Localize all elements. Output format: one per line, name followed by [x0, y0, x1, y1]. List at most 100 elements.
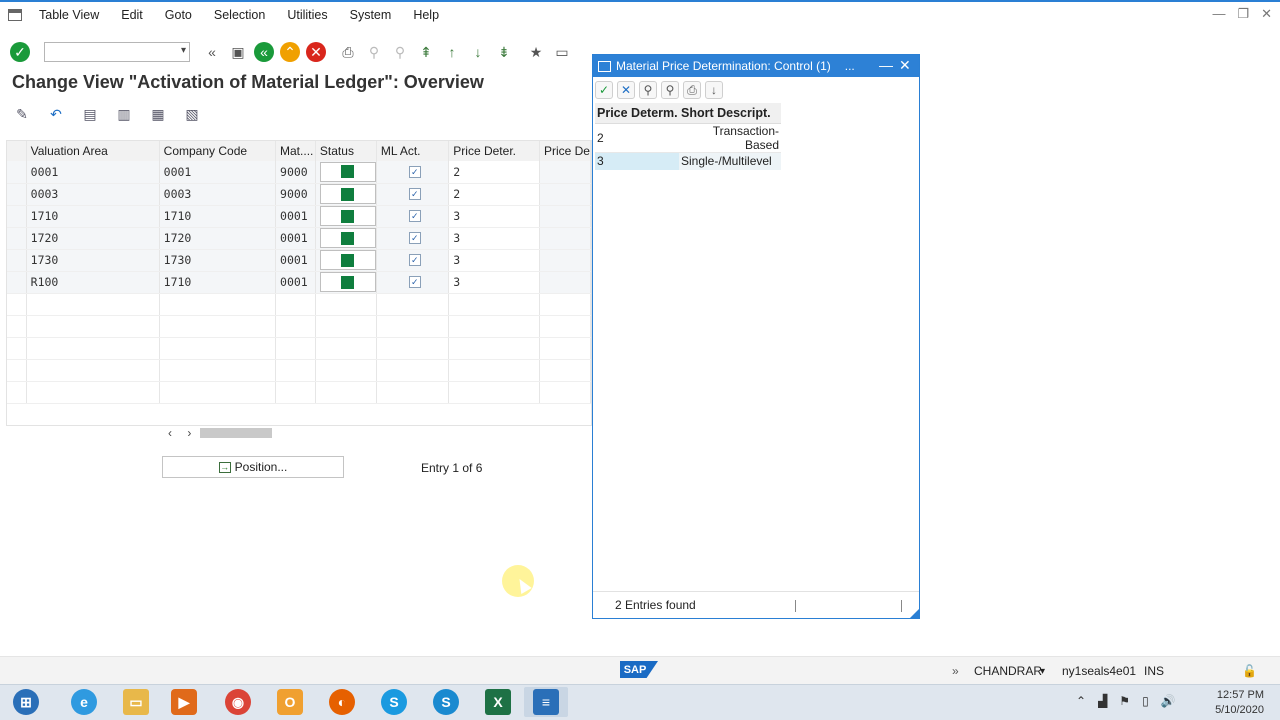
- scroll-thumb[interactable]: [200, 428, 272, 438]
- price-deter-cell[interactable]: 3: [448, 271, 540, 294]
- back-icon[interactable]: «: [254, 42, 274, 62]
- row-selector[interactable]: [7, 227, 27, 250]
- ml-act-checkbox[interactable]: ✓: [408, 276, 421, 288]
- taskbar-explorer[interactable]: ▭: [114, 687, 158, 717]
- ml-act-checkbox[interactable]: ✓: [408, 232, 421, 244]
- restore-icon[interactable]: ❐: [1237, 6, 1249, 22]
- find-icon[interactable]: ⚲: [639, 81, 657, 99]
- window-menu-icon[interactable]: [8, 9, 22, 21]
- row-selector[interactable]: [7, 205, 27, 228]
- horizontal-scrollbar[interactable]: ‹ ›: [168, 426, 278, 440]
- first-page-icon[interactable]: ⇞: [416, 42, 436, 62]
- price-deter-cell[interactable]: 3: [448, 227, 540, 250]
- menu-help[interactable]: Help: [413, 8, 439, 22]
- position-button[interactable]: → Position...: [162, 456, 344, 478]
- create-shortcut-icon[interactable]: ▭: [552, 42, 572, 62]
- deselect-all-icon[interactable]: ▦: [148, 104, 168, 124]
- row-selector-header[interactable]: [7, 141, 27, 161]
- price-deter-cell[interactable]: 2: [448, 161, 540, 184]
- select-all-icon[interactable]: ▤: [80, 104, 100, 124]
- dialog-titlebar[interactable]: Material Price Determination: Control (1…: [593, 55, 919, 77]
- battery-icon[interactable]: ▯: [1142, 694, 1149, 708]
- start-button[interactable]: ⊞: [4, 687, 48, 717]
- value-help-row[interactable]: 3 Single-/Multilevel: [595, 152, 781, 170]
- col-price-determ[interactable]: Price Determ.: [595, 103, 679, 124]
- find-icon[interactable]: ⚲: [364, 42, 384, 62]
- price-deter-cell[interactable]: 3: [448, 249, 540, 272]
- volume-icon[interactable]: 🔊: [1161, 694, 1176, 708]
- lock-icon[interactable]: 🔓: [1242, 664, 1257, 678]
- print-icon[interactable]: ⎙: [683, 81, 701, 99]
- chevron-down-icon[interactable]: ▾: [181, 45, 186, 56]
- menu-table-view[interactable]: Table View: [39, 8, 99, 22]
- taskbar-sap-gui[interactable]: ≡: [524, 687, 568, 717]
- action-center-icon[interactable]: ⚑: [1119, 694, 1130, 708]
- taskbar-skype[interactable]: S: [372, 687, 416, 717]
- ml-act-checkbox[interactable]: ✓: [408, 165, 421, 178]
- row-selector[interactable]: [7, 271, 27, 294]
- taskbar-firefox[interactable]: ◐: [320, 687, 364, 717]
- col-short-descript[interactable]: Short Descript.: [679, 103, 781, 124]
- value-help-row[interactable]: 2 Transaction-Based: [595, 123, 781, 153]
- menu-edit[interactable]: Edit: [121, 8, 143, 22]
- ml-act-checkbox[interactable]: ✓: [408, 210, 421, 222]
- price-deter-cell[interactable]: 2: [448, 183, 540, 206]
- print-view-icon[interactable]: ▧: [182, 104, 202, 124]
- status-indicator[interactable]: [319, 272, 376, 292]
- status-indicator[interactable]: [319, 161, 376, 182]
- dialog-minimize-icon[interactable]: —: [879, 57, 893, 73]
- menu-goto[interactable]: Goto: [165, 8, 192, 22]
- menu-selection[interactable]: Selection: [214, 8, 265, 22]
- row-selector[interactable]: [7, 183, 27, 206]
- col-ml-act[interactable]: ML Act.: [376, 141, 450, 161]
- taskbar-ie[interactable]: e: [62, 687, 106, 717]
- minimize-icon[interactable]: —: [1212, 6, 1225, 22]
- command-field[interactable]: ▾: [44, 42, 190, 62]
- price-deter-cell[interactable]: 3: [448, 205, 540, 228]
- exit-icon[interactable]: ⌃: [280, 42, 300, 62]
- dialog-close-icon[interactable]: ✕: [899, 57, 911, 74]
- show-hidden-icons-icon[interactable]: ⌃: [1076, 694, 1086, 708]
- menu-system[interactable]: System: [350, 8, 392, 22]
- taskbar-clock[interactable]: 12:57 PM 5/10/2020: [1215, 688, 1264, 718]
- confirm-icon[interactable]: ✓: [595, 81, 613, 99]
- ml-act-checkbox[interactable]: ✓: [408, 254, 421, 266]
- next-page-icon[interactable]: ↓: [468, 42, 488, 62]
- find-next-icon[interactable]: ⚲: [390, 42, 410, 62]
- col-mat[interactable]: Mat....: [275, 141, 316, 161]
- insert-mode[interactable]: INS: [1144, 664, 1164, 678]
- col-status[interactable]: Status: [315, 141, 377, 161]
- print-icon[interactable]: ⎙: [338, 42, 358, 62]
- system-user[interactable]: CHANDRAR: [974, 664, 1042, 678]
- cancel-icon[interactable]: ✕: [617, 81, 635, 99]
- price-determ-code[interactable]: 2: [595, 123, 679, 153]
- taskbar-outlook[interactable]: O: [268, 687, 312, 717]
- chevron-down-icon[interactable]: ▾: [1040, 666, 1045, 677]
- col-price-de[interactable]: Price De: [539, 141, 591, 161]
- save-icon[interactable]: ▣: [228, 42, 248, 62]
- status-indicator[interactable]: [319, 206, 376, 226]
- price-determ-desc[interactable]: Transaction-Based: [679, 123, 781, 153]
- status-indicator[interactable]: [319, 184, 376, 204]
- undo-icon[interactable]: ↶: [46, 104, 66, 124]
- taskbar-excel[interactable]: X: [476, 687, 520, 717]
- display-change-icon[interactable]: ✎: [12, 104, 32, 124]
- create-session-icon[interactable]: ★: [526, 42, 546, 62]
- taskbar-media[interactable]: ▶: [162, 687, 206, 717]
- col-company-code[interactable]: Company Code: [159, 141, 277, 161]
- network-icon[interactable]: ▟: [1098, 694, 1107, 708]
- taskbar-skype-business[interactable]: S: [424, 687, 468, 717]
- find-next-icon[interactable]: ⚲: [661, 81, 679, 99]
- previous-page-icon[interactable]: ↑: [442, 42, 462, 62]
- menu-utilities[interactable]: Utilities: [287, 8, 327, 22]
- expand-status-icon[interactable]: »: [952, 664, 959, 678]
- price-determ-desc[interactable]: Single-/Multilevel: [679, 152, 781, 170]
- close-icon[interactable]: ✕: [1261, 6, 1272, 22]
- scroll-arrows-icon[interactable]: ‹ ›: [168, 426, 197, 440]
- dialog-more-button[interactable]: ...: [845, 59, 855, 73]
- enter-icon[interactable]: ✓: [10, 42, 30, 62]
- taskbar-chrome[interactable]: ◉: [216, 687, 260, 717]
- ml-act-checkbox[interactable]: ✓: [408, 188, 421, 200]
- price-determ-code[interactable]: 3: [595, 152, 679, 170]
- cancel-icon[interactable]: ✕: [306, 42, 326, 62]
